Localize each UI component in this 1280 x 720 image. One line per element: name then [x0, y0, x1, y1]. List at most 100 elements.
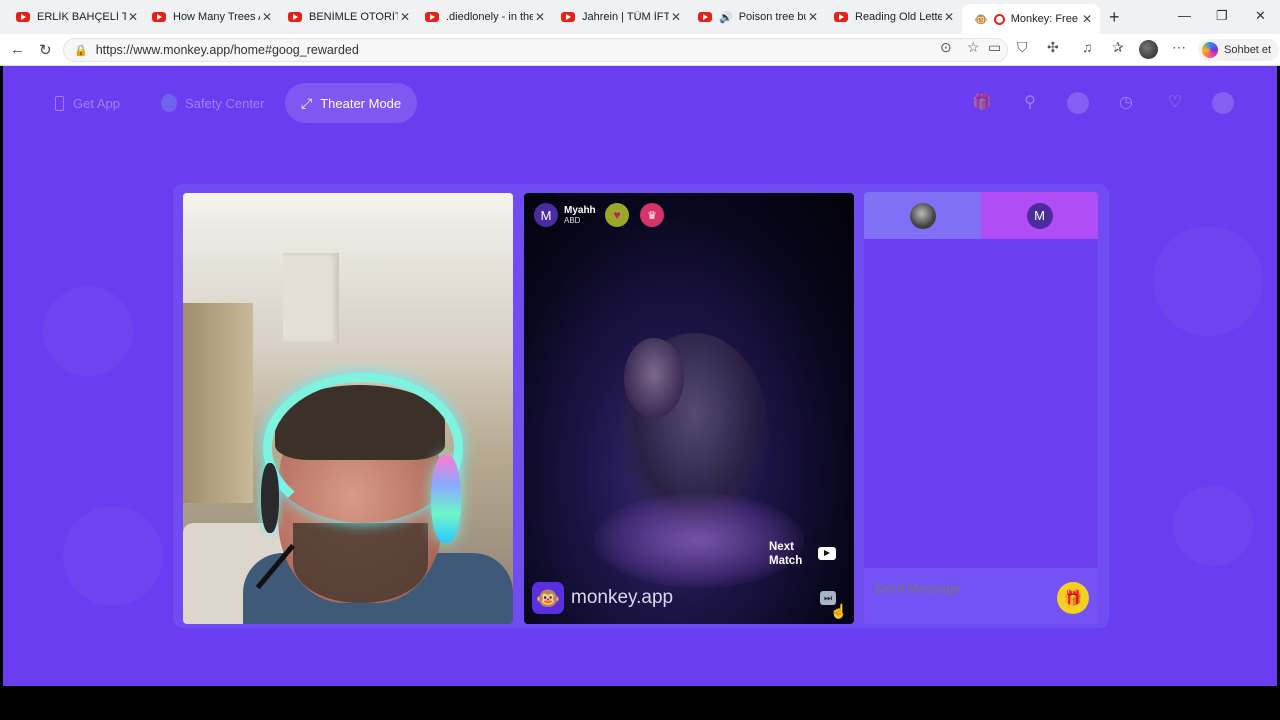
address-bar[interactable]: 🔒 https://www.monkey.app/home#goog_rewar…: [63, 38, 1008, 62]
youtube-icon: [698, 12, 712, 22]
user-avatar-icon[interactable]: [1067, 92, 1089, 114]
remote-user-name: Myahh: [564, 204, 596, 216]
youtube-icon: [152, 12, 166, 22]
window-close-icon[interactable]: ✕: [1255, 8, 1266, 24]
minimize-icon[interactable]: —: [1178, 8, 1191, 23]
next-match-label[interactable]: Next Match: [769, 540, 809, 568]
video-icon[interactable]: ▭: [988, 39, 1001, 56]
url-text[interactable]: https://www.monkey.app/home#goog_rewarde…: [96, 43, 359, 57]
close-tab-icon[interactable]: ✕: [126, 10, 140, 24]
copilot-button[interactable]: Sohbet et: [1198, 39, 1280, 61]
menu-dots-icon[interactable]: ⋯: [1172, 39, 1186, 56]
remote-user-name-block: Myahh ABD: [564, 204, 596, 225]
copilot-label: Sohbet et: [1224, 44, 1272, 56]
tab-title: Reading Old Letters: [855, 11, 942, 23]
tab-title: .diedlonely - in the l: [446, 11, 533, 23]
chat-panel: M 🎁: [864, 192, 1098, 624]
close-tab-icon[interactable]: ✕: [533, 10, 547, 24]
more-options-circle-icon[interactable]: ⊙: [940, 39, 952, 56]
new-tab-icon[interactable]: +: [1109, 7, 1120, 28]
tab-title: Monkey: Free L: [1010, 13, 1080, 25]
self-camera-view: [183, 193, 513, 624]
speaker-icon[interactable]: 🔊: [719, 11, 733, 24]
tab-title: Poison tree but: [738, 11, 806, 23]
avatar[interactable]: M: [534, 203, 558, 227]
chat-tabs: M: [864, 192, 1098, 239]
camera-scene: [183, 303, 253, 503]
restore-icon[interactable]: ❐: [1216, 8, 1228, 24]
heart-icon[interactable]: ♥: [605, 203, 629, 227]
headphones: [431, 455, 461, 543]
get-app-button[interactable]: Get App: [55, 83, 120, 123]
chat-tab-remote[interactable]: M: [981, 192, 1098, 239]
browser-tab[interactable]: Jahrein | TÜM İFTİRA ✕: [549, 4, 689, 30]
browser-tab-active[interactable]: 🐵 Monkey: Free L ✕: [962, 4, 1100, 34]
video-scene: [624, 338, 684, 418]
monkey-logo-icon: 🐵: [532, 582, 564, 614]
background-pattern: [1153, 226, 1263, 336]
close-tab-icon[interactable]: ✕: [260, 10, 274, 24]
close-tab-icon[interactable]: ✕: [669, 10, 683, 24]
browser-tab[interactable]: BENİMLE OTORİTE S ✕: [276, 4, 418, 30]
tab-title: Jahrein | TÜM İFTİRA: [582, 11, 669, 23]
profile-avatar[interactable]: [1139, 40, 1158, 59]
browser-tab[interactable]: .diedlonely - in the l ✕: [413, 4, 553, 30]
shield-icon: [161, 94, 177, 112]
expand-icon: ⤢: [301, 94, 313, 111]
phone-icon: [55, 95, 64, 111]
copilot-icon: [1202, 42, 1218, 58]
youtube-icon: [16, 12, 30, 22]
theater-mode-label: Theater Mode: [320, 95, 402, 111]
camera-scene: [293, 523, 428, 603]
search-icon[interactable]: ⚲: [1019, 92, 1041, 114]
monkey-app-page: Get App Safety Center ⤢ Theater Mode 🎁 ⚲…: [3, 66, 1277, 686]
browser-tab[interactable]: ERLİK BAHÇELİ TAKI ✕: [4, 4, 146, 30]
theater-mode-button[interactable]: ⤢ Theater Mode: [285, 83, 418, 123]
history-clock-icon[interactable]: ◷: [1115, 92, 1137, 114]
taskbar-area: [0, 686, 1280, 720]
extensions-icon[interactable]: ✣: [1047, 39, 1059, 56]
tab-title: How Many Trees Are: [173, 11, 260, 23]
chat-bubble-icon[interactable]: ♡: [1164, 92, 1186, 114]
gift-icon[interactable]: 🎁: [1057, 582, 1089, 614]
next-match-text: Next Match: [769, 541, 803, 567]
close-tab-icon[interactable]: ✕: [1080, 12, 1094, 26]
background-pattern: [1173, 486, 1253, 566]
remote-video-view: M Myahh ABD ♥ ♛ Next Match 🐵 monkey.app …: [524, 193, 854, 624]
avatar: M: [1026, 202, 1053, 229]
media-icon[interactable]: ♫: [1082, 39, 1093, 55]
youtube-icon: [561, 12, 575, 22]
close-tab-icon[interactable]: ✕: [806, 10, 820, 24]
close-tab-icon[interactable]: ✕: [942, 10, 956, 24]
back-icon[interactable]: ←: [10, 41, 25, 58]
tab-title: ERLİK BAHÇELİ TAKI: [37, 11, 126, 23]
avatar: [909, 202, 936, 229]
browser-tab[interactable]: How Many Trees Are ✕: [140, 4, 280, 30]
send-message-input[interactable]: [874, 580, 1044, 596]
monkey-favicon-icon: 🐵: [974, 13, 988, 26]
youtube-icon: [288, 12, 302, 22]
favorite-star-icon[interactable]: ☆: [967, 39, 980, 56]
tab-title: BENİMLE OTORİTE S: [309, 11, 398, 23]
character-badge-icon[interactable]: ♛: [640, 203, 664, 227]
next-match-play-icon[interactable]: [818, 547, 836, 560]
lock-icon[interactable]: 🔒: [74, 44, 88, 57]
background-pattern: [63, 506, 163, 606]
chat-tab-self[interactable]: [864, 192, 981, 239]
monkey-profile-icon[interactable]: [1212, 92, 1234, 114]
browser-tab[interactable]: 🔊 Poison tree but ✕: [686, 4, 826, 30]
camera-scene: [283, 253, 339, 343]
shield-extension-icon[interactable]: ⛉: [1017, 39, 1028, 56]
remote-user-info[interactable]: M Myahh ABD: [534, 203, 596, 227]
reload-icon[interactable]: ↻: [39, 41, 52, 59]
free-gift-icon[interactable]: 🎁: [971, 92, 993, 114]
collections-icon[interactable]: ✰: [1112, 39, 1124, 56]
browser-tab[interactable]: Reading Old Letters ✕: [822, 4, 962, 30]
mouse-cursor-icon: ☝: [830, 603, 848, 619]
close-tab-icon[interactable]: ✕: [398, 10, 412, 24]
background-pattern: [43, 286, 133, 376]
headphones: [261, 463, 279, 533]
safety-center-button[interactable]: Safety Center: [161, 83, 265, 123]
youtube-icon: [834, 12, 848, 22]
remote-user-country: ABD: [564, 215, 581, 225]
